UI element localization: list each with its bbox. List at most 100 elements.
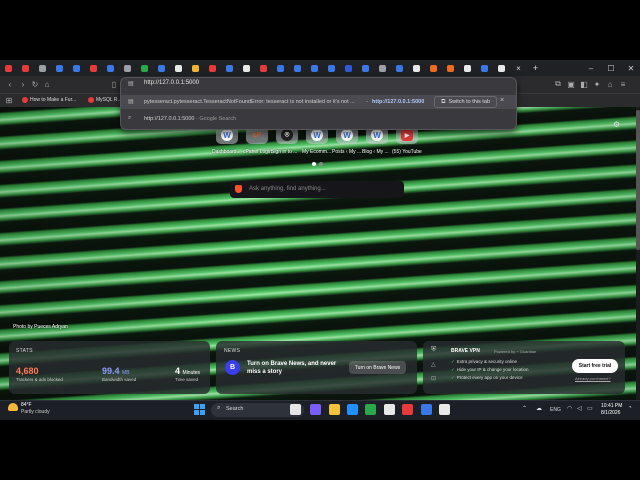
tab-favicon-icon	[294, 64, 301, 72]
clock-date[interactable]: 8/1/2026	[601, 410, 620, 416]
apps-icon[interactable]: ⊞	[3, 94, 15, 106]
browser-tab[interactable]	[170, 60, 187, 76]
vpn-feature: ✓ Protect every app on your device	[451, 375, 523, 380]
clock-time[interactable]: 10:41 PM	[601, 403, 622, 409]
notification-icon[interactable]: ◔	[628, 405, 632, 411]
maximize-button[interactable]: ☐	[604, 60, 618, 76]
browser-tab[interactable]	[306, 60, 323, 76]
remove-suggestion-button[interactable]: ×	[500, 97, 504, 104]
close-window-button[interactable]: ✕	[624, 60, 638, 76]
turn-on-news-button[interactable]: Turn on Brave News	[349, 361, 406, 374]
top-site-label: Sign in to ...	[271, 149, 298, 155]
browser-tab[interactable]	[408, 60, 425, 76]
start-button[interactable]	[194, 404, 205, 415]
browser-tab[interactable]	[493, 60, 510, 76]
browser-tab[interactable]	[34, 60, 51, 76]
menu-icon[interactable]: ≡	[617, 78, 629, 90]
close-tab-button[interactable]: ×	[510, 60, 527, 76]
vpn-shield-icon: ⛨	[431, 346, 437, 353]
scrollbar-thumb[interactable]	[636, 110, 640, 250]
browser-tab[interactable]	[102, 60, 119, 76]
youtube-icon: ▶	[401, 129, 413, 141]
leo-icon[interactable]: ✦	[591, 78, 603, 90]
brave-news-icon: B	[225, 360, 240, 375]
browser-tab[interactable]	[425, 60, 442, 76]
tab-favicon-icon	[481, 64, 488, 72]
browser-tab[interactable]	[136, 60, 153, 76]
sidebar-icon[interactable]: ◧	[578, 78, 590, 90]
taskbar-app-icon[interactable]	[365, 404, 376, 415]
already-purchased-link[interactable]: Already purchased?	[575, 376, 611, 381]
browser-tab[interactable]	[323, 60, 340, 76]
browser-tab[interactable]	[272, 60, 289, 76]
check-icon: ✓	[451, 375, 455, 380]
bookmark-item[interactable]: How to Make a Fur...	[22, 95, 76, 105]
extensions-icon[interactable]: ⧉	[552, 78, 564, 90]
tab-favicon-icon	[447, 64, 454, 72]
tab-favicon-icon	[73, 64, 80, 72]
browser-tab[interactable]	[68, 60, 85, 76]
taskbar-app-icon[interactable]	[421, 404, 432, 415]
volume-icon[interactable]: ◁	[577, 405, 582, 412]
home-button[interactable]: ⌂	[41, 78, 53, 90]
vpn-icon[interactable]: ⌂	[604, 78, 616, 90]
suggestion-query: http://127.0.0.1:5000	[144, 116, 195, 122]
taskbar-app-icon[interactable]	[384, 404, 395, 415]
cloud-icon[interactable]: ☁	[536, 405, 542, 412]
gear-icon[interactable]: ⚙	[613, 120, 620, 129]
weather-icon[interactable]	[8, 403, 18, 411]
taskbar-app-icon[interactable]	[329, 404, 340, 415]
switch-to-tab-button[interactable]: ⧉ Switch to this tab	[434, 96, 497, 108]
browser-tab[interactable]	[51, 60, 68, 76]
tab-favicon-icon	[396, 64, 403, 72]
tray-chevron-icon[interactable]: ⌃	[522, 405, 527, 412]
start-free-trial-button[interactable]: Start free trial	[572, 359, 618, 373]
weather-description[interactable]: Partly cloudy	[21, 409, 50, 415]
top-site-label: Dashboard...	[212, 149, 241, 155]
browser-tab[interactable]	[340, 60, 357, 76]
time-label: Time saved	[175, 377, 199, 382]
browser-tab[interactable]	[204, 60, 221, 76]
taskbar-app-icon[interactable]	[439, 404, 450, 415]
page-dot-active[interactable]	[312, 162, 316, 166]
browser-tab[interactable]	[476, 60, 493, 76]
omnibox-suggestion-search[interactable]: http://127.0.0.1:5000 - Google Search	[144, 116, 236, 122]
forward-button[interactable]: ›	[17, 78, 29, 90]
back-button[interactable]: ‹	[4, 78, 16, 90]
weather-temperature[interactable]: 84°F	[21, 402, 32, 408]
browser-tab[interactable]	[17, 60, 34, 76]
language-indicator[interactable]: ENG	[550, 407, 561, 413]
browser-tab[interactable]	[153, 60, 170, 76]
wifi-icon[interactable]: ◠	[567, 405, 572, 412]
bookmark-icon[interactable]: ▯	[108, 78, 120, 90]
taskbar-app-icon[interactable]	[402, 404, 413, 415]
browser-tab[interactable]	[391, 60, 408, 76]
browser-tab[interactable]	[221, 60, 238, 76]
browser-tab[interactable]	[0, 60, 17, 76]
browser-tab[interactable]	[85, 60, 102, 76]
browser-tab[interactable]	[255, 60, 272, 76]
browser-tab[interactable]	[442, 60, 459, 76]
browser-tab[interactable]	[459, 60, 476, 76]
vpn-title: BRAVE VPN	[451, 348, 480, 354]
browser-tab[interactable]	[357, 60, 374, 76]
taskbar-app-icon[interactable]	[310, 404, 321, 415]
reload-button[interactable]: ↻	[29, 78, 41, 90]
browser-tab[interactable]	[187, 60, 204, 76]
minimize-button[interactable]: –	[584, 60, 598, 76]
tab-favicon-icon	[39, 64, 46, 72]
browser-tab[interactable]	[238, 60, 255, 76]
wallet-icon[interactable]: ▣	[565, 78, 577, 90]
photo-credit[interactable]: Photo by Pueces Adryan	[13, 324, 68, 330]
address-input[interactable]: http://127.0.0.1:5000	[144, 80, 199, 86]
browser-tab[interactable]	[289, 60, 306, 76]
browser-tab[interactable]	[119, 60, 136, 76]
browser-tab[interactable]	[374, 60, 391, 76]
page-dot[interactable]	[319, 162, 323, 166]
taskbar-app-icon[interactable]	[290, 404, 301, 415]
new-tab-button[interactable]: +	[527, 60, 544, 76]
bookmark-item[interactable]: MySQL R...	[88, 95, 122, 105]
bookmark-favicon-icon	[88, 97, 94, 103]
taskbar-app-icon[interactable]	[347, 404, 358, 415]
battery-icon[interactable]: ▭	[587, 405, 593, 412]
